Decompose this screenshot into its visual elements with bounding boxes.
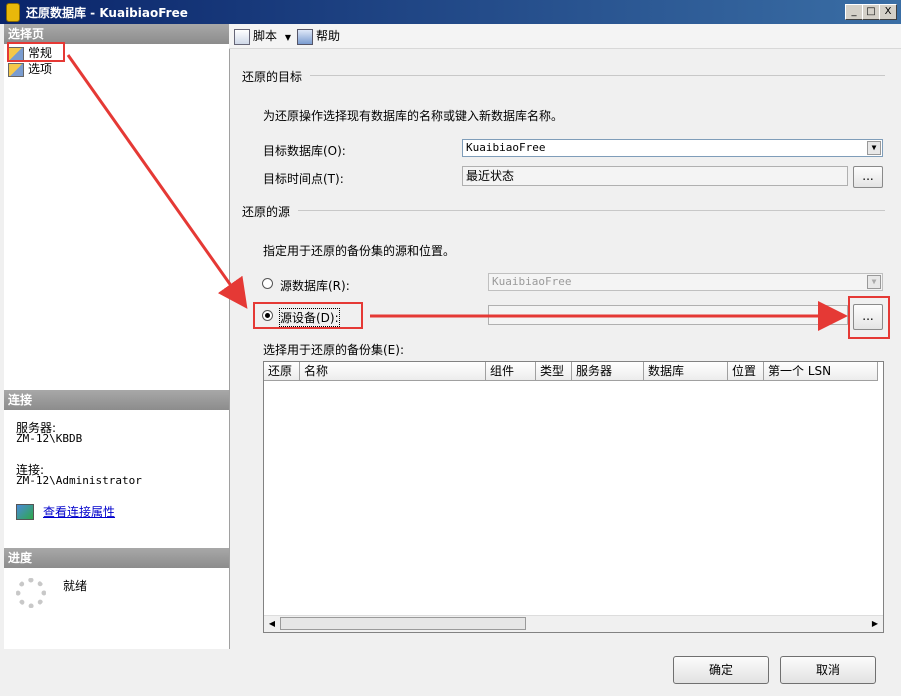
annotation-arrow-down — [66, 54, 248, 309]
annotation-arrows — [66, 54, 848, 331]
